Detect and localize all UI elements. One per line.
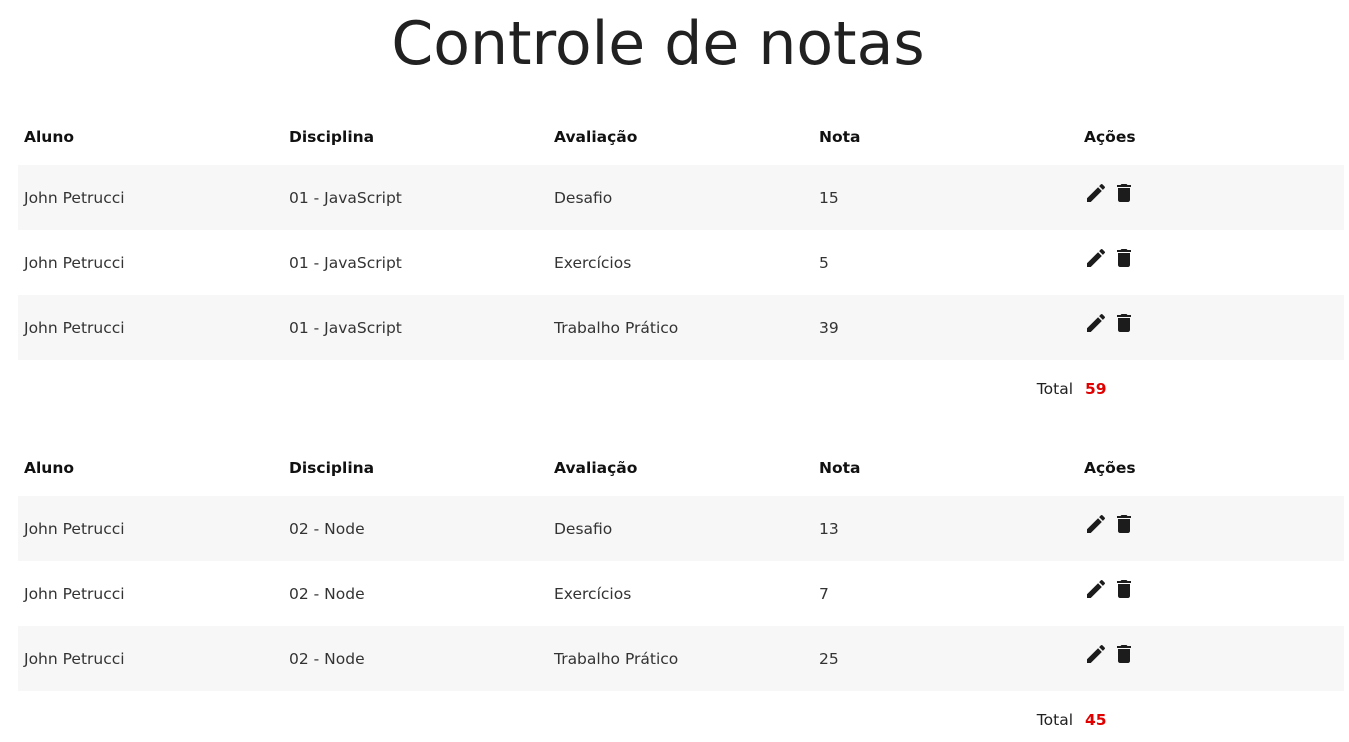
table-header-row: Aluno Disciplina Avaliação Nota Ações (18, 108, 1344, 165)
table-row: John Petrucci 02 - Node Exercícios 7 (18, 561, 1344, 626)
total-row-javascript: Total 59 (18, 360, 1344, 418)
edit-icon[interactable] (1084, 512, 1108, 536)
cell-aluno: John Petrucci (18, 295, 283, 360)
table-row: John Petrucci 01 - JavaScript Trabalho P… (18, 295, 1344, 360)
total-label: Total (1036, 380, 1073, 398)
edit-icon[interactable] (1084, 311, 1108, 335)
cell-disciplina: 01 - JavaScript (283, 165, 548, 230)
cell-acoes (1078, 561, 1344, 626)
cell-aluno: John Petrucci (24, 253, 125, 272)
delete-icon[interactable] (1112, 311, 1136, 335)
grades-table-javascript: Aluno Disciplina Avaliação Nota Ações Jo… (18, 108, 1344, 360)
total-label: Total (1036, 711, 1073, 729)
cell-acoes (1078, 165, 1344, 230)
edit-icon[interactable] (1084, 577, 1108, 601)
cell-nota: 13 (813, 496, 1078, 561)
header-avaliacao: Avaliação (554, 127, 638, 146)
table-row: John Petrucci 02 - Node Trabalho Prático… (18, 626, 1344, 691)
header-aluno: Aluno (24, 127, 75, 146)
cell-nota: 39 (813, 295, 1078, 360)
cell-acoes (1078, 295, 1344, 360)
delete-icon[interactable] (1112, 642, 1136, 666)
header-avaliacao: Avaliação (554, 458, 638, 477)
total-value: 59 (1085, 380, 1107, 398)
edit-icon[interactable] (1084, 246, 1108, 270)
delete-icon[interactable] (1112, 512, 1136, 536)
cell-aluno: John Petrucci (18, 496, 283, 561)
cell-avaliacao: Desafio (548, 165, 813, 230)
table-row: John Petrucci 01 - JavaScript Desafio 15 (18, 165, 1344, 230)
cell-nota: 15 (813, 165, 1078, 230)
table-row: John Petrucci 02 - Node Desafio 13 (18, 496, 1344, 561)
cell-disciplina: 02 - Node (289, 584, 365, 603)
cell-disciplina: 01 - JavaScript (289, 253, 402, 272)
cell-avaliacao: Trabalho Prático (548, 295, 813, 360)
cell-nota: 5 (819, 253, 829, 272)
header-acoes: Ações (1084, 127, 1136, 146)
cell-acoes (1078, 626, 1344, 691)
header-acoes: Ações (1084, 458, 1136, 477)
delete-icon[interactable] (1112, 246, 1136, 270)
header-aluno: Aluno (24, 458, 75, 477)
cell-avaliacao: Exercícios (554, 584, 632, 603)
cell-avaliacao: Exercícios (554, 253, 632, 272)
header-disciplina: Disciplina (289, 458, 375, 477)
cell-disciplina: 02 - Node (283, 626, 548, 691)
cell-nota: 7 (819, 584, 829, 603)
table-header-row: Aluno Disciplina Avaliação Nota Ações (18, 439, 1344, 496)
cell-nota: 25 (813, 626, 1078, 691)
cell-aluno: John Petrucci (18, 165, 283, 230)
header-nota: Nota (819, 458, 861, 477)
cell-disciplina: 02 - Node (283, 496, 548, 561)
edit-icon[interactable] (1084, 642, 1108, 666)
cell-aluno: John Petrucci (18, 626, 283, 691)
total-row-node: Total 45 (18, 691, 1344, 742)
grades-table-node: Aluno Disciplina Avaliação Nota Ações Jo… (18, 439, 1344, 691)
cell-avaliacao: Desafio (548, 496, 813, 561)
edit-icon[interactable] (1084, 181, 1108, 205)
delete-icon[interactable] (1112, 181, 1136, 205)
cell-disciplina: 01 - JavaScript (283, 295, 548, 360)
header-nota: Nota (819, 127, 861, 146)
cell-acoes (1078, 230, 1344, 295)
table-row: John Petrucci 01 - JavaScript Exercícios… (18, 230, 1344, 295)
header-disciplina: Disciplina (289, 127, 375, 146)
total-value: 45 (1085, 711, 1107, 729)
cell-aluno: John Petrucci (24, 584, 125, 603)
cell-acoes (1078, 496, 1344, 561)
page: Controle de notas Aluno Disciplina Avali… (0, 0, 1349, 742)
page-title: Controle de notas (391, 9, 925, 79)
delete-icon[interactable] (1112, 577, 1136, 601)
cell-avaliacao: Trabalho Prático (548, 626, 813, 691)
